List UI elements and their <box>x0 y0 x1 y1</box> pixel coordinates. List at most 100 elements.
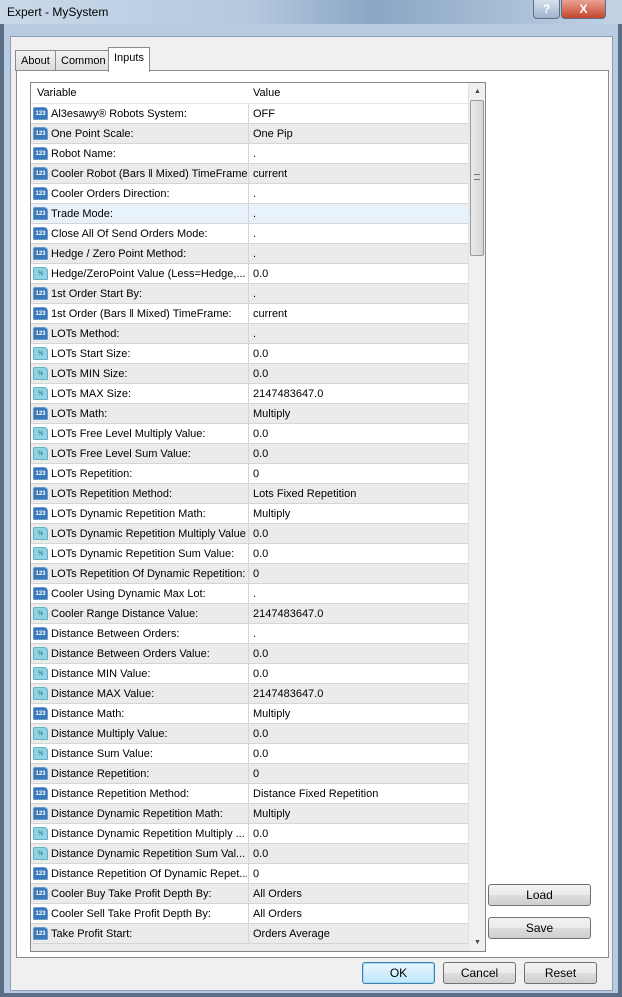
save-button[interactable]: Save <box>488 917 591 939</box>
load-button[interactable]: Load <box>488 884 591 906</box>
table-row[interactable]: 123 Distance Repetition Of Dynamic Repet.… <box>31 864 468 884</box>
value-cell[interactable]: Distance Fixed Repetition <box>253 788 378 800</box>
value-cell[interactable]: Multiply <box>253 408 290 420</box>
table-row[interactable]: 123 Robot Name:. <box>31 144 468 164</box>
table-row[interactable]: 123 Cooler Orders Direction:. <box>31 184 468 204</box>
table-row[interactable]: ½ LOTs Free Level Multiply Value: 0.0 <box>31 424 468 444</box>
table-row[interactable]: 123 Take Profit Start: Orders Average <box>31 924 468 944</box>
value-cell[interactable]: One Pip <box>253 128 293 140</box>
value-cell[interactable]: . <box>253 188 256 200</box>
ok-button[interactable]: OK <box>362 962 435 984</box>
reset-button[interactable]: Reset <box>524 962 597 984</box>
table-row[interactable]: 123 Distance Between Orders:. <box>31 624 468 644</box>
value-cell[interactable]: 2147483647.0 <box>253 388 323 400</box>
table-row[interactable]: ½ Distance Sum Value: 0.0 <box>31 744 468 764</box>
vertical-scrollbar[interactable]: ▲ ▼ <box>468 83 485 951</box>
value-cell[interactable]: Multiply <box>253 808 290 820</box>
table-row[interactable]: ½ Cooler Range Distance Value: 2147483647.… <box>31 604 468 624</box>
value-cell[interactable]: current <box>253 168 287 180</box>
table-row[interactable]: 123 LOTs Repetition: 0 <box>31 464 468 484</box>
value-cell[interactable]: . <box>253 228 256 240</box>
table-row[interactable]: 123 Cooler Buy Take Profit Depth By: All O… <box>31 884 468 904</box>
table-row[interactable]: 123 Distance Dynamic Repetition Math: Mult… <box>31 804 468 824</box>
table-row[interactable]: 123 Cooler Using Dynamic Max Lot:. <box>31 584 468 604</box>
table-row[interactable]: ½ Distance Dynamic Repetition Sum Val... 0… <box>31 844 468 864</box>
value-cell[interactable]: 0.0 <box>253 368 268 380</box>
value-cell[interactable]: 0.0 <box>253 828 268 840</box>
table-row[interactable]: ½ LOTs MAX Size: 2147483647.0 <box>31 384 468 404</box>
value-cell[interactable]: . <box>253 148 256 160</box>
value-cell[interactable]: . <box>253 288 256 300</box>
value-cell[interactable]: 0.0 <box>253 348 268 360</box>
table-row[interactable]: ½ LOTs Free Level Sum Value: 0.0 <box>31 444 468 464</box>
table-row[interactable]: ½ Distance MIN Value: 0.0 <box>31 664 468 684</box>
value-cell[interactable]: Multiply <box>253 708 290 720</box>
value-cell[interactable]: All Orders <box>253 908 302 920</box>
value-cell[interactable]: Lots Fixed Repetition <box>253 488 356 500</box>
table-row[interactable]: 123 Hedge / Zero Point Method:. <box>31 244 468 264</box>
table-row[interactable]: ½ LOTs Dynamic Repetition Sum Value: 0.0 <box>31 544 468 564</box>
table-row[interactable]: 123 LOTs Repetition Method: Lots Fixed Rep… <box>31 484 468 504</box>
value-cell[interactable]: 2147483647.0 <box>253 688 323 700</box>
table-row[interactable]: ½ LOTs Start Size: 0.0 <box>31 344 468 364</box>
table-row[interactable]: 123 1st Order (Bars ‖ Mixed) TimeFrame: cu… <box>31 304 468 324</box>
table-row[interactable]: 123 Distance Repetition: 0 <box>31 764 468 784</box>
value-cell[interactable]: 0.0 <box>253 648 268 660</box>
table-row[interactable]: 123 LOTs Dynamic Repetition Math: Multiply <box>31 504 468 524</box>
table-row[interactable]: 123 1st Order Start By:. <box>31 284 468 304</box>
scroll-down-icon[interactable]: ▼ <box>469 934 485 951</box>
value-cell[interactable]: 0.0 <box>253 428 268 440</box>
value-cell[interactable]: 0.0 <box>253 268 268 280</box>
value-cell[interactable]: OFF <box>253 108 275 120</box>
value-cell[interactable]: current <box>253 308 287 320</box>
table-row[interactable]: ½ LOTs Dynamic Repetition Multiply Value:… <box>31 524 468 544</box>
help-button[interactable]: ? <box>533 0 560 19</box>
value-cell[interactable]: . <box>253 208 256 220</box>
value-cell[interactable]: . <box>253 588 256 600</box>
value-cell[interactable]: Orders Average <box>253 928 330 940</box>
table-row[interactable]: 123 LOTs Math: Multiply <box>31 404 468 424</box>
table-row[interactable]: 123 Distance Repetition Method: Distance F… <box>31 784 468 804</box>
table-row[interactable]: ½ Distance MAX Value: 2147483647.0 <box>31 684 468 704</box>
table-row[interactable]: 123 Close All Of Send Orders Mode:. <box>31 224 468 244</box>
tab-common[interactable]: Common <box>55 50 112 71</box>
value-cell[interactable]: 2147483647.0 <box>253 608 323 620</box>
value-cell[interactable]: Multiply <box>253 508 290 520</box>
table-row[interactable]: 123 LOTs Method:. <box>31 324 468 344</box>
table-row[interactable]: 123 One Point Scale: One Pip <box>31 124 468 144</box>
tab-inputs[interactable]: Inputs <box>108 47 150 72</box>
value-cell[interactable]: 0 <box>253 768 259 780</box>
table-row[interactable]: 123 Al3esawy® Robots System: OFF <box>31 104 468 124</box>
value-cell[interactable]: 0 <box>253 868 259 880</box>
table-row[interactable]: 123 LOTs Repetition Of Dynamic Repetition… <box>31 564 468 584</box>
close-button[interactable]: X <box>561 0 606 19</box>
value-cell[interactable]: 0 <box>253 568 259 580</box>
table-row[interactable]: ½ Hedge/ZeroPoint Value (Less=Hedge,... 0.… <box>31 264 468 284</box>
scrollbar-thumb[interactable] <box>470 100 484 256</box>
table-row[interactable]: 123 Distance Math: Multiply <box>31 704 468 724</box>
value-cell[interactable]: . <box>253 248 256 260</box>
column-header-variable[interactable]: Variable <box>37 87 77 99</box>
value-cell[interactable]: All Orders <box>253 888 302 900</box>
table-row[interactable]: 123 Trade Mode:. <box>31 204 468 224</box>
value-cell[interactable]: 0.0 <box>253 668 268 680</box>
value-cell[interactable]: 0.0 <box>253 448 268 460</box>
value-cell[interactable]: 0.0 <box>253 848 268 860</box>
value-cell[interactable]: . <box>253 628 256 640</box>
cancel-button[interactable]: Cancel <box>443 962 516 984</box>
column-header-value[interactable]: Value <box>253 87 280 99</box>
table-row[interactable] <box>31 944 468 951</box>
value-cell[interactable]: 0 <box>253 468 259 480</box>
table-row[interactable]: 123 Cooler Robot (Bars ‖ Mixed) TimeFrame… <box>31 164 468 184</box>
value-cell[interactable]: 0.0 <box>253 528 268 540</box>
value-cell[interactable]: 0.0 <box>253 748 268 760</box>
value-cell[interactable]: 0.0 <box>253 548 268 560</box>
table-row[interactable]: 123 Cooler Sell Take Profit Depth By: All … <box>31 904 468 924</box>
table-row[interactable]: ½ Distance Dynamic Repetition Multiply ..… <box>31 824 468 844</box>
table-row[interactable]: ½ LOTs MIN Size: 0.0 <box>31 364 468 384</box>
value-cell[interactable]: . <box>253 328 256 340</box>
value-cell[interactable]: 0.0 <box>253 728 268 740</box>
table-row[interactable]: ½ Distance Between Orders Value: 0.0 <box>31 644 468 664</box>
tab-about[interactable]: About <box>15 50 56 71</box>
scroll-up-icon[interactable]: ▲ <box>469 83 485 100</box>
